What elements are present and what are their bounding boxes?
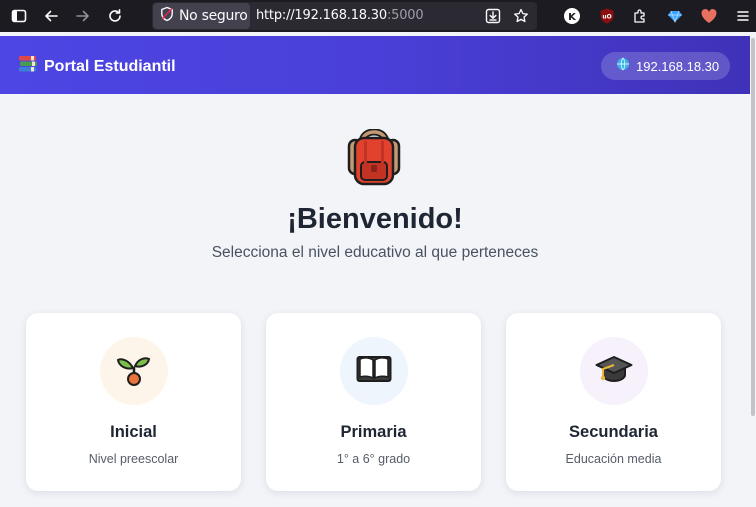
url-port: :5000 xyxy=(386,8,424,23)
level-card-secundaria[interactable]: Secundaria Educación media xyxy=(506,313,721,491)
open-book-icon xyxy=(356,354,392,389)
level-title: Primaria xyxy=(340,423,407,441)
bookmark-star-icon[interactable] xyxy=(510,5,532,27)
extensions-puzzle-icon[interactable] xyxy=(629,5,651,27)
k-extension-icon[interactable]: K xyxy=(561,5,583,27)
menu-hamburger-icon[interactable] xyxy=(732,5,754,27)
level-icon-circle xyxy=(340,337,408,405)
globe-icon xyxy=(616,57,630,76)
books-icon xyxy=(18,55,38,78)
security-indicator[interactable]: No seguro xyxy=(153,3,250,29)
reload-icon[interactable] xyxy=(104,5,126,27)
scrollbar-thumb[interactable] xyxy=(751,38,755,416)
level-description: Nivel preescolar xyxy=(88,452,179,466)
level-title: Secundaria xyxy=(569,423,658,441)
back-arrow-icon[interactable] xyxy=(40,5,62,27)
app-header: Portal Estudiantil 192.168.18.30 xyxy=(0,36,750,94)
ip-badge: 192.168.18.30 xyxy=(601,52,730,80)
brand[interactable]: Portal Estudiantil xyxy=(18,55,176,78)
ip-address: 192.168.18.30 xyxy=(636,58,720,74)
level-card-inicial[interactable]: Inicial Nivel preescolar xyxy=(26,313,241,491)
level-icon-circle xyxy=(100,337,168,405)
shield-warning-icon xyxy=(159,6,175,27)
heart-extension-icon[interactable] xyxy=(698,5,720,27)
graduation-cap-icon xyxy=(595,354,633,389)
url-host: http://192.168.18.30 xyxy=(256,8,387,23)
svg-text:uO: uO xyxy=(602,14,611,21)
seedling-icon xyxy=(115,350,153,393)
welcome-subtitle: Selecciona el nivel educativo al que per… xyxy=(211,244,539,261)
app-title: Portal Estudiantil xyxy=(44,57,176,75)
save-page-icon[interactable] xyxy=(482,5,504,27)
level-title: Inicial xyxy=(110,423,157,441)
url-text[interactable]: http://192.168.18.30:5000 xyxy=(256,8,424,23)
browser-toolbar: No seguro http://192.168.18.30:5000 K uO xyxy=(0,0,756,32)
level-description: 1° a 6° grado xyxy=(336,452,411,466)
svg-text:K: K xyxy=(568,12,577,23)
level-icon-circle xyxy=(580,337,648,405)
ublock-extension-icon[interactable]: uO xyxy=(596,5,618,27)
security-label: No seguro xyxy=(179,8,248,24)
level-description: Educación media xyxy=(565,452,662,466)
level-card-primaria[interactable]: Primaria 1° a 6° grado xyxy=(266,313,481,491)
forward-arrow-icon[interactable] xyxy=(72,5,94,27)
welcome-heading: ¡Bienvenido! xyxy=(287,203,463,235)
backpack-icon xyxy=(345,128,403,192)
diamond-extension-icon[interactable] xyxy=(664,5,686,27)
sidebar-toggle-icon[interactable] xyxy=(8,5,30,27)
